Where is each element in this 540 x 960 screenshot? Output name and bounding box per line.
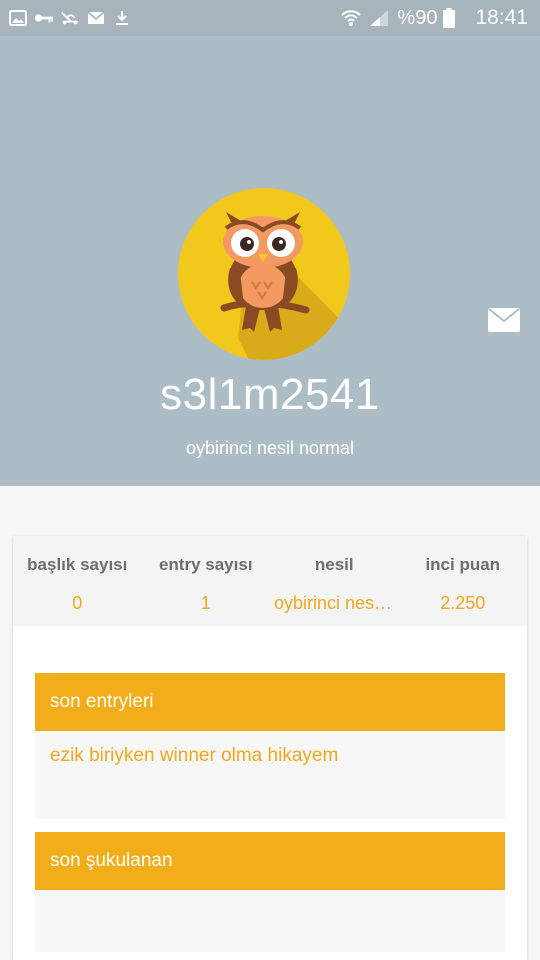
recent-liked-list xyxy=(35,890,505,952)
stat-value: 1 xyxy=(200,593,211,613)
status-bar: %90 18:41 xyxy=(0,0,540,36)
notification-icons xyxy=(8,8,138,28)
signal-icon xyxy=(369,9,389,27)
section-header-recent-liked: son şukulanan xyxy=(35,832,505,890)
stat-value: 0 xyxy=(72,593,83,613)
section-header-recent-entries: son entryleri xyxy=(35,673,505,731)
profile-generation: oybirinci nesil normal xyxy=(185,438,355,458)
system-indicators: %90 18:41 xyxy=(341,6,528,30)
profile-username: s3l1m2541 xyxy=(160,370,380,419)
stat-topic-count: başlık sayısı 0 xyxy=(13,536,142,626)
recent-entries-list: ezik biriyken winner olma hikayem xyxy=(35,731,505,819)
mail-icon xyxy=(488,308,520,332)
download-icon xyxy=(112,9,132,27)
entry-link[interactable]: ezik biriyken winner olma hikayem xyxy=(35,731,505,781)
clock: 18:41 xyxy=(475,6,528,29)
wifi-icon xyxy=(341,9,362,27)
stat-pearl-points: inci puan 2.250 xyxy=(399,536,528,626)
vpn-icon xyxy=(60,9,80,27)
stat-label: nesil xyxy=(314,555,354,574)
stat-label: başlık sayısı xyxy=(27,555,128,574)
stat-value: oybirinci nesil normal xyxy=(274,593,399,613)
profile-header: s3l1m2541 oybirinci nesil normal xyxy=(0,36,540,486)
stat-label: inci puan xyxy=(425,555,501,574)
stat-label: entry sayısı xyxy=(158,555,253,574)
battery-percent: %90 xyxy=(397,6,438,29)
stat-value: 2.250 xyxy=(440,593,486,613)
stat-generation: nesil oybirinci nesil normal xyxy=(270,536,399,626)
key-icon xyxy=(34,9,54,27)
gallery-icon xyxy=(8,9,28,27)
stat-entry-count: entry sayısı 1 xyxy=(142,536,271,626)
stats-grid: başlık sayısı 0 entry sayısı 1 nesil oyb… xyxy=(13,536,527,626)
mail-icon xyxy=(86,9,106,27)
owl-avatar[interactable] xyxy=(178,188,350,360)
send-message-button[interactable] xyxy=(488,308,520,332)
battery-icon xyxy=(443,8,456,28)
profile-stats-card: başlık sayısı 0 entry sayısı 1 nesil oyb… xyxy=(13,536,527,960)
